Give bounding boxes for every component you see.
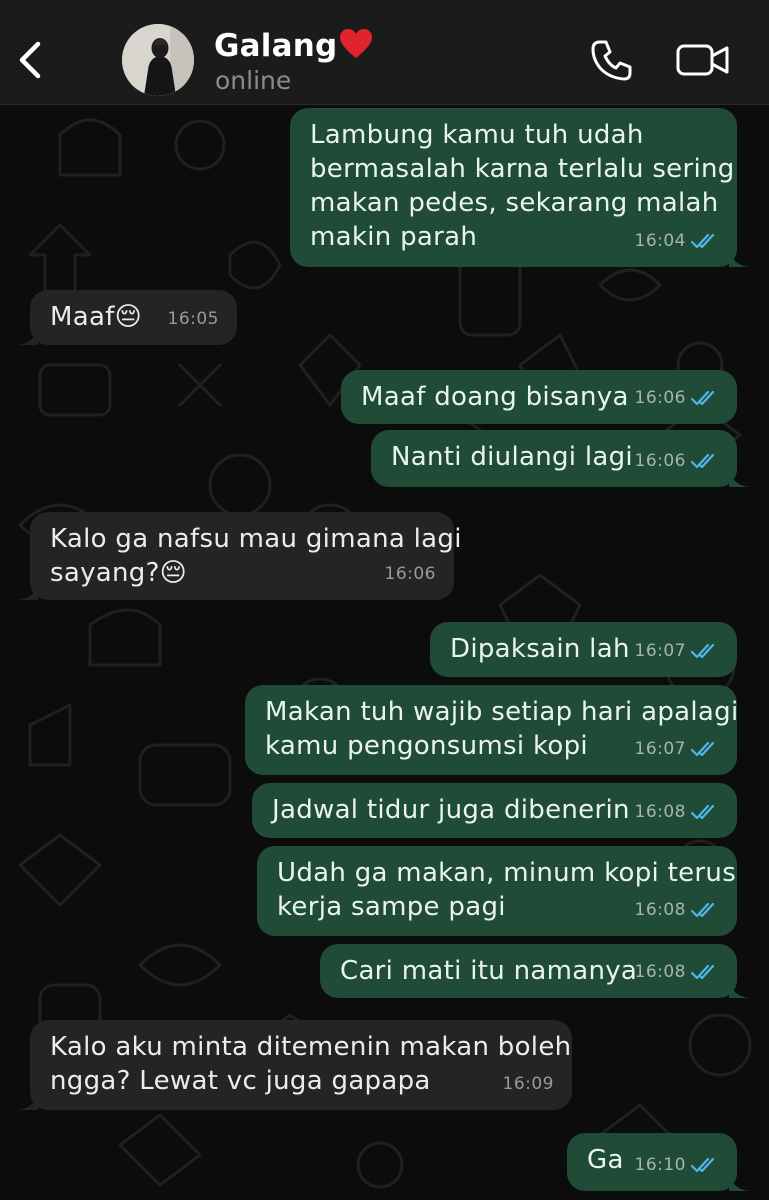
message-text: Kalo aku minta ditemenin makan boleh ngg…	[50, 1032, 572, 1096]
message-time: 16:07	[634, 641, 686, 661]
message-time: 16:05	[167, 309, 219, 329]
read-ticks-icon	[691, 233, 715, 249]
message-meta: 16:05	[168, 302, 220, 336]
message-meta: 16:04	[635, 224, 720, 258]
bubble-tail	[18, 325, 38, 345]
message-meta: 16:08	[635, 893, 720, 927]
contact-name-text: Galang	[214, 28, 338, 64]
outgoing-message[interactable]: Nanti diulangi lagi 16:06	[371, 430, 749, 487]
message-text: Ga	[587, 1145, 624, 1175]
read-ticks-icon	[691, 741, 715, 757]
chat-header: Galang online	[0, 0, 769, 105]
incoming-message[interactable]: Kalo aku minta ditemenin makan boleh ngg…	[18, 1020, 572, 1110]
incoming-message[interactable]: Kalo ga nafsu mau gimana lagi sayang?😔 1…	[18, 512, 461, 600]
message-meta: 16:08	[635, 955, 720, 989]
back-arrow-icon[interactable]	[14, 38, 46, 82]
message-time: 16:09	[502, 1074, 554, 1094]
message-text: Nanti diulangi lagi	[391, 442, 633, 472]
message-meta: 16:07	[635, 732, 720, 766]
outgoing-message[interactable]: Udah ga makan, minum kopi terus kerja sa…	[257, 846, 737, 936]
message-meta: 16:10	[635, 1148, 720, 1182]
read-ticks-icon	[691, 902, 715, 918]
message-list[interactable]: Lambung kamu tuh udah bermasalah karna t…	[0, 105, 769, 1200]
message-time: 16:10	[634, 1155, 686, 1175]
outgoing-message[interactable]: Makan tuh wajib setiap hari apalagi kamu…	[245, 685, 738, 775]
read-ticks-icon	[691, 804, 715, 820]
outgoing-message[interactable]: Maaf doang bisanya 16:06	[341, 370, 737, 424]
read-ticks-icon	[691, 453, 715, 469]
message-time: 16:08	[634, 900, 686, 920]
bubble-tail	[18, 1090, 38, 1110]
read-ticks-icon	[691, 964, 715, 980]
bubble-tail	[729, 467, 749, 487]
contact-name[interactable]: Galang	[214, 28, 373, 64]
read-ticks-icon	[691, 1157, 715, 1173]
video-call-icon[interactable]	[676, 40, 730, 80]
message-time: 16:08	[634, 962, 686, 982]
message-meta: 16:06	[635, 381, 720, 415]
outgoing-message[interactable]: Ga 16:10	[567, 1133, 749, 1191]
contact-avatar[interactable]	[122, 24, 194, 96]
outgoing-message[interactable]: Dipaksain lah 16:07	[430, 622, 737, 677]
outgoing-message[interactable]: Lambung kamu tuh udah bermasalah karna t…	[290, 108, 749, 267]
message-meta: 16:09	[503, 1067, 555, 1101]
message-text: Jadwal tidur juga dibenerin	[272, 795, 630, 825]
bubble-tail	[729, 247, 749, 267]
message-text: Dipaksain lah	[450, 634, 630, 664]
incoming-message[interactable]: Maaf😔 16:05	[18, 290, 237, 345]
message-text: Maaf😔	[50, 302, 143, 332]
read-ticks-icon	[691, 390, 715, 406]
message-time: 16:07	[634, 739, 686, 759]
read-ticks-icon	[691, 643, 715, 659]
message-text: Maaf doang bisanya	[361, 382, 629, 412]
message-meta: 16:06	[635, 444, 720, 478]
presence-status: online	[215, 66, 292, 95]
message-time: 16:08	[634, 802, 686, 822]
bubble-tail	[729, 978, 749, 998]
message-time: 16:06	[634, 388, 686, 408]
voice-call-icon[interactable]	[590, 38, 634, 82]
message-time: 16:06	[634, 451, 686, 471]
message-meta: 16:08	[635, 795, 720, 829]
message-time: 16:06	[384, 564, 436, 584]
message-meta: 16:06	[385, 557, 437, 591]
outgoing-message[interactable]: Cari mati itu namanya 16:08	[320, 944, 749, 998]
message-text: Cari mati itu namanya	[340, 956, 638, 986]
message-meta: 16:07	[635, 634, 720, 668]
bubble-tail	[18, 580, 38, 600]
heart-icon	[340, 29, 373, 58]
outgoing-message[interactable]: Jadwal tidur juga dibenerin 16:08	[252, 783, 737, 838]
message-time: 16:04	[634, 231, 686, 251]
bubble-tail	[729, 1171, 749, 1191]
